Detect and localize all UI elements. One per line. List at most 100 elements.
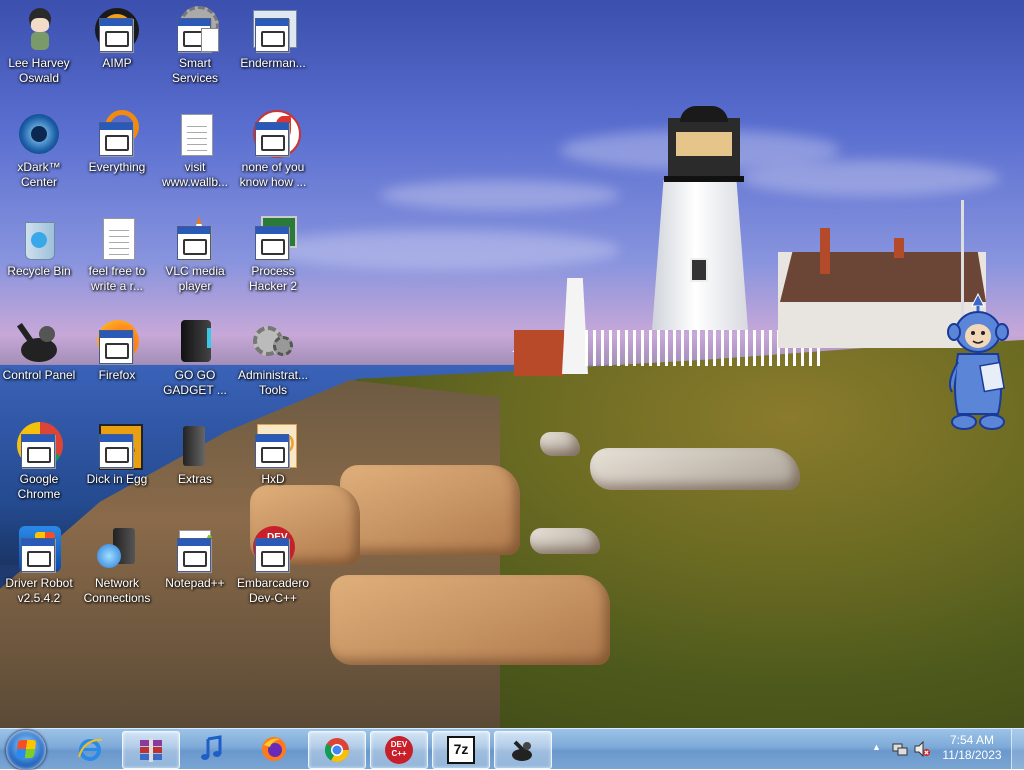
desktop-icon-label: Lee Harvey Oswald [8,56,70,85]
network-tray-icon[interactable] [892,741,908,757]
desktop-icon-admin-tools[interactable]: Administrat... Tools [234,318,312,398]
wallpaper-lighthouse [652,180,748,330]
desktop-icon-label: Extras [177,472,212,486]
desktop-icon-hxd[interactable]: D HxD [234,422,312,487]
dev-cpp-icon: DEV C++ [385,736,413,764]
taskbar-dev-cpp-button[interactable]: DEV C++ [370,731,428,769]
7zip-icon: 7z [447,736,475,764]
internet-explorer-icon [78,738,103,761]
desktop-icon-process-hacker[interactable]: Process Hacker 2 [234,214,312,294]
desktop-icon-label: Google Chrome [17,472,61,501]
taskbar-7zip-button[interactable]: 7z [432,731,490,769]
wallpaper-lighthouse-rail [664,176,744,182]
process-hacker-icon [249,214,297,262]
windows-logo-icon [15,740,37,758]
desktop-icon-label: Administrat... Tools [237,368,309,397]
wallpaper-rock [540,432,580,456]
show-hidden-icons-button[interactable]: ▲ [872,742,881,752]
desktop-icon-egg-app[interactable]: e Dick in Egg [78,422,156,487]
desktop-icon-smart-services[interactable]: Smart Services [156,6,234,86]
driver-robot-icon [15,526,63,574]
desktop-icon-extras[interactable]: Extras [156,422,234,487]
desktop-icon-label: HxD [261,472,285,486]
smart-services-icon [171,6,219,54]
desktop-icon-label: Process Hacker 2 [248,264,298,293]
desktop-icon-chrome[interactable]: Google Chrome [0,422,78,502]
desktop-icon-dev-cpp[interactable]: DEVEmbarcadero Dev-C++ [234,526,312,606]
system-tray: ▲ 7:54 AM 11/18/2023 [864,729,1024,769]
firefox-icon [262,737,286,761]
music-note-icon [201,735,222,760]
desktop-icon-text-document[interactable]: visit www.wallb... [156,110,234,190]
system-clock[interactable]: 7:54 AM 11/18/2023 [936,733,1008,763]
desktop-icon-gadget[interactable]: GO GO GADGET ... [156,318,234,398]
volume-muted-icon[interactable] [914,741,930,757]
clock-time: 7:54 AM [949,733,995,747]
text-document-icon [171,110,219,158]
desktop-icon-label: xDark™ Center [17,160,61,189]
taskbar-winrar-button[interactable] [122,731,180,769]
desktop-icon-label: none of you know how ... [239,160,307,189]
desktop-icon-notepad-plus-plus[interactable]: Notepad++ [156,526,234,591]
desktop-icon-everything[interactable]: Everything [78,110,156,175]
desktop-icon-recycle-bin[interactable]: Recycle Bin [0,214,78,279]
wallpaper-cloud [380,180,620,210]
start-button[interactable] [6,730,46,770]
desktop-icon-network-connections[interactable]: Network Connections [78,526,156,606]
wallpaper-rock [340,465,520,555]
wallpaper-chimney [894,238,904,258]
desktop-icon-firefox[interactable]: Firefox [78,318,156,383]
desktop-icon-label: GO GO GADGET ... [163,368,227,397]
desktop-icon-driver-robot[interactable]: Driver Robot v2.5.4.2 [0,526,78,606]
desktop-icon-label: Everything [88,160,146,174]
control-panel-icon [15,318,63,366]
wallpaper-rock [590,448,800,490]
desktop-icon-label: Dick in Egg [86,472,148,486]
teletubby-desktop-pet[interactable] [944,292,1012,432]
taskbar-control-panel-button[interactable] [494,731,552,769]
desktop-icon-label: Network Connections [83,576,151,605]
xdark-center-icon [15,110,63,158]
wallpaper-lighthouse-glass [676,132,732,156]
wallpaper-cloud [260,230,620,270]
desktop-icon-xdark-center[interactable]: xDark™ Center [0,110,78,190]
desktop-icon-label: Enderman... [240,56,306,70]
control-panel-icon [512,740,532,761]
taskbar-internet-explorer-button[interactable] [62,731,118,767]
clock-date: 11/18/2023 [942,748,1002,762]
taskbar-music-button[interactable] [184,731,240,767]
wallpaper-rock [530,528,600,554]
desktop-icon-text-document[interactable]: feel free to write a r... [78,214,156,294]
desktop-icon-label: Recycle Bin [7,264,71,278]
taskbar-firefox-button[interactable] [246,731,302,767]
wallpaper-rock [330,575,610,665]
desktop-icon-label: Smart Services [171,56,218,85]
taskbar-chrome-button[interactable] [308,731,366,769]
gadget-icon [171,318,219,366]
taskbar: DEV C++ 7z ▲ 7:54 AM 11/18/2023 [0,728,1024,770]
desktop-icon-label: Firefox [98,368,136,382]
app-shortcut-icon [249,110,301,158]
hxd-icon: D [249,422,297,470]
desktop-icon-anime-character[interactable]: Lee Harvey Oswald [0,6,78,86]
text-document-icon [93,214,141,262]
desktop-icon-label: Driver Robot v2.5.4.2 [5,576,73,605]
notepad-plus-plus-icon [171,526,219,574]
recycle-bin-icon [15,214,63,262]
desktop-icon-label: feel free to write a r... [88,264,146,293]
desktop-icon-aimp[interactable]: AIMP [78,6,156,71]
desktop-icon-control-panel[interactable]: Control Panel [0,318,78,383]
show-desktop-button[interactable] [1011,729,1024,769]
desktop-icon-enderman[interactable]: Enderman... [234,6,312,71]
desktop-icon-vlc[interactable]: VLC media player [156,214,234,294]
everything-icon [93,110,141,158]
desktop-icon-app-shortcut[interactable]: none of you know how ... [234,110,312,190]
wallpaper-lighthouse-window [690,258,708,282]
egg-app-icon: e [93,422,143,470]
anime-character-icon [15,6,63,54]
wallpaper-lighthouse-cap [680,106,728,122]
network-connections-icon [93,526,141,574]
desktop-icon-label: VLC media player [165,264,225,293]
desktop-icon-label: Control Panel [2,368,76,382]
extras-icon [171,422,219,470]
